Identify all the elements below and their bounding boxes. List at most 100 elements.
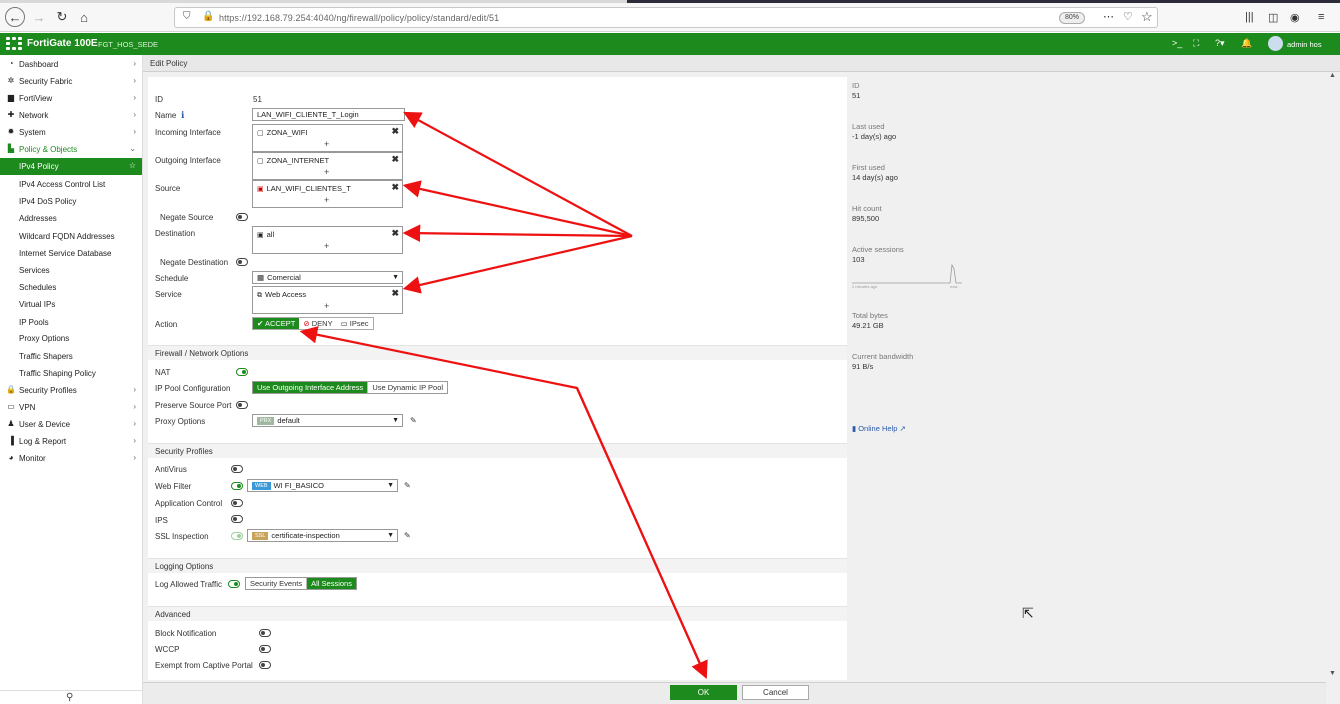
vertical-scrollbar[interactable]: ▲ ▼ [1326,72,1340,704]
scroll-down-icon[interactable]: ▼ [1329,670,1336,677]
sidebar-item-security-profiles[interactable]: 🔒 Security Profiles › [0,382,142,399]
pocket-icon[interactable]: ♡ [1123,10,1133,23]
cancel-button[interactable]: Cancel [742,685,809,700]
sidebar-item-schedules[interactable]: Schedules [0,279,142,296]
fullscreen-icon[interactable]: ⛶ [1193,38,1199,49]
use-dynamic-ip-pool-button[interactable]: Use Dynamic IP Pool [368,382,447,393]
sidebar-item-ipv4-acl[interactable]: IPv4 Access Control List [0,176,142,193]
sidebar-item-vpn[interactable]: ▭ VPN › [0,399,142,416]
ips-toggle[interactable] [231,515,243,523]
preserve-source-port-toggle[interactable] [236,401,248,409]
log-allowed-traffic-toggle[interactable] [228,580,240,588]
negate-source-toggle[interactable] [236,213,248,221]
notification-bell-icon[interactable]: 🔔 [1241,38,1252,49]
sidebar-item-monitor[interactable]: ◕ Monitor › [0,450,142,467]
sidebar-item-addresses[interactable]: Addresses [0,210,142,227]
zoom-level[interactable]: 80% [1059,12,1086,24]
edit-pencil-icon[interactable]: ✎ [410,416,417,425]
address-bar[interactable]: ⛉ 🔒 https://192.168.79.254:4040/ng/firew… [174,7,1158,28]
schedule-select[interactable]: ▦ Comercial ▼ [252,271,403,284]
name-input[interactable]: LAN_WIFI_CLIENTE_T_Login [252,108,405,121]
outgoing-interface-field[interactable]: ▢ ZONA_INTERNET ✖ + [252,152,403,180]
lock-warning-icon[interactable]: 🔒 [202,11,214,22]
edit-pencil-icon[interactable]: ✎ [404,531,411,540]
sidebar-item-ipv4-policy[interactable]: IPv4 Policy ☆ [0,158,142,175]
negate-destination-toggle[interactable] [236,258,248,266]
sidebar-item-fortiview[interactable]: ▆ FortiView › [0,90,142,107]
library-icon[interactable]: ||| [1245,11,1254,23]
sidebar-item-dashboard[interactable]: ◔ Dashboard › [0,56,142,73]
back-icon[interactable]: ← [5,7,25,27]
info-icon[interactable]: ℹ [181,110,184,121]
web-filter-toggle[interactable] [231,482,243,490]
sidebar-item-traffic-shaping-policy[interactable]: Traffic Shaping Policy [0,365,142,382]
url-text[interactable]: https://192.168.79.254:4040/ng/firewall/… [219,13,499,23]
ok-button[interactable]: OK [670,685,737,700]
add-icon[interactable]: + [324,195,329,205]
security-events-button[interactable]: Security Events [246,578,308,589]
sidebar-item-virtual-ips[interactable]: Virtual IPs [0,296,142,313]
sidebar-item-network[interactable]: ✚ Network › [0,107,142,124]
sidebar-item-wildcard-fqdn[interactable]: Wildcard FQDN Addresses [0,228,142,245]
application-control-label: Application Control [155,499,223,508]
destination-field[interactable]: ▣ all ✖ + [252,226,403,254]
sidebar-search[interactable]: ⚲ [0,690,142,704]
forward-icon[interactable]: → [29,7,49,27]
sidebar-item-user-device[interactable]: ♟ User & Device › [0,416,142,433]
cli-console-icon[interactable]: >_ [1172,38,1182,48]
action-deny-button[interactable]: ⊘ DENY [299,318,336,329]
add-icon[interactable]: + [324,241,329,251]
home-icon[interactable]: ⌂ [74,7,94,27]
favorite-star-icon[interactable]: ☆ [129,161,136,170]
incoming-interface-field[interactable]: ▢ ZONA_WIFI ✖ + [252,124,403,152]
add-icon[interactable]: + [324,301,329,311]
block-notification-toggle[interactable] [259,629,271,637]
exempt-captive-portal-toggle[interactable] [259,661,271,669]
avatar[interactable] [1268,36,1283,51]
remove-icon[interactable]: ✖ [391,126,399,137]
menu-icon[interactable]: ≡ [1318,11,1324,23]
add-icon[interactable]: + [324,167,329,177]
antivirus-toggle[interactable] [231,465,243,473]
sidebar-item-policy-objects[interactable]: ▙ Policy & Objects ⌄ [0,141,142,158]
shield-icon[interactable]: ⛉ [183,11,191,22]
web-filter-select[interactable]: WEB WI FI_BASICO ▼ [247,479,398,492]
sidebar-item-isdb[interactable]: Internet Service Database [0,245,142,262]
account-icon[interactable]: ◉ [1290,11,1300,24]
nat-toggle[interactable] [236,368,248,376]
sidebar-item-security-fabric[interactable]: ✲ Security Fabric › [0,73,142,90]
reload-icon[interactable]: ↻ [52,7,72,27]
use-outgoing-interface-button[interactable]: Use Outgoing Interface Address [253,382,369,393]
add-icon[interactable]: + [324,139,329,149]
ssl-inspection-select[interactable]: SSL certificate-inspection ▼ [247,529,398,542]
edit-pencil-icon[interactable]: ✎ [404,481,411,490]
source-field[interactable]: ▣ LAN_WIFI_CLIENTES_T ✖ + [252,180,403,208]
wccp-toggle[interactable] [259,645,271,653]
help-icon[interactable]: ?▾ [1215,38,1225,49]
sidebar-item-proxy-options[interactable]: Proxy Options [0,330,142,347]
search-icon[interactable]: ⚲ [66,692,73,703]
sidebar-item-system[interactable]: ✹ System › [0,124,142,141]
all-sessions-button[interactable]: All Sessions [307,578,356,589]
sidebar-item-ip-pools[interactable]: IP Pools [0,314,142,331]
remove-icon[interactable]: ✖ [391,228,399,239]
sidebar-item-services[interactable]: Services [0,262,142,279]
admin-user-menu[interactable]: admin hos [1287,40,1322,49]
application-control-toggle[interactable] [231,499,243,507]
sidebar-item-traffic-shapers[interactable]: Traffic Shapers [0,348,142,365]
action-accept-button[interactable]: ✔ ACCEPT [253,318,300,329]
scroll-up-icon[interactable]: ▲ [1329,72,1336,79]
service-field[interactable]: ⧉ Web Access ✖ + [252,286,403,314]
action-ipsec-button[interactable]: ▭ IPsec [337,318,373,329]
sidebar-item-log-report[interactable]: ▐ Log & Report › [0,433,142,450]
proxy-options-select[interactable]: PRX default ▼ [252,414,403,427]
remove-icon[interactable]: ✖ [391,154,399,165]
online-help-link[interactable]: ▮ Online Help ↗ [852,424,906,433]
more-icon[interactable]: ⋯ [1103,10,1114,23]
sidebar-item-ipv4-dos[interactable]: IPv4 DoS Policy [0,193,142,210]
ssl-inspection-toggle[interactable] [231,532,243,540]
sidebar-toggle-icon[interactable]: ◫ [1268,11,1278,24]
bookmark-star-icon[interactable]: ☆ [1141,9,1153,25]
remove-icon[interactable]: ✖ [391,288,399,299]
remove-icon[interactable]: ✖ [391,182,399,193]
